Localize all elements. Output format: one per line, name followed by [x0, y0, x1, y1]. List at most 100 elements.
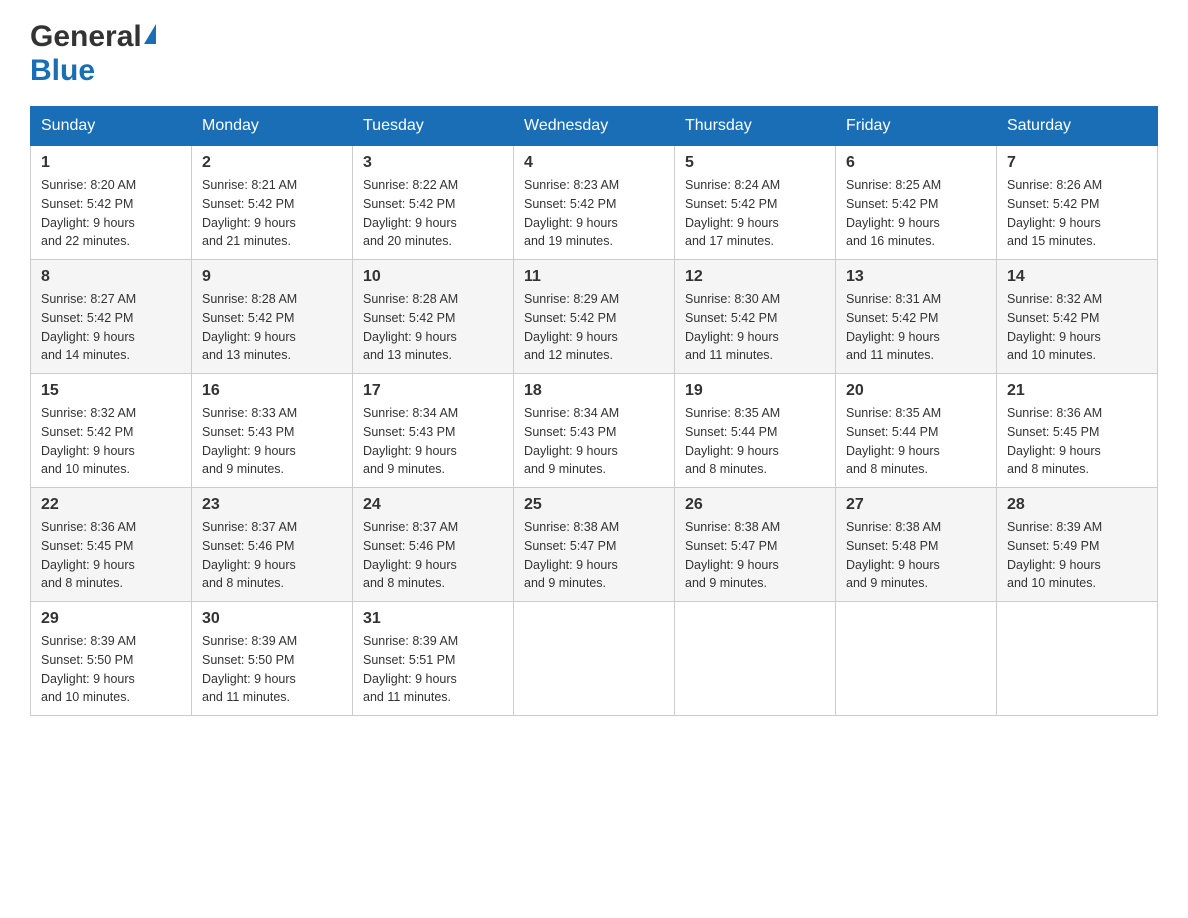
day-number: 14 — [1007, 268, 1147, 286]
day-number: 18 — [524, 382, 664, 400]
day-number: 3 — [363, 154, 503, 172]
page-header: General Blue — [30, 20, 1158, 88]
day-number: 23 — [202, 496, 342, 514]
day-info: Sunrise: 8:36 AMSunset: 5:45 PMDaylight:… — [1007, 404, 1147, 479]
calendar-cell: 29 Sunrise: 8:39 AMSunset: 5:50 PMDayligh… — [31, 602, 192, 716]
day-info: Sunrise: 8:25 AMSunset: 5:42 PMDaylight:… — [846, 176, 986, 251]
calendar-cell: 23 Sunrise: 8:37 AMSunset: 5:46 PMDayligh… — [192, 488, 353, 602]
day-info: Sunrise: 8:27 AMSunset: 5:42 PMDaylight:… — [41, 290, 181, 365]
day-number: 20 — [846, 382, 986, 400]
calendar-cell: 3 Sunrise: 8:22 AMSunset: 5:42 PMDaylight… — [353, 146, 514, 260]
day-header-friday: Friday — [836, 107, 997, 146]
day-info: Sunrise: 8:29 AMSunset: 5:42 PMDaylight:… — [524, 290, 664, 365]
calendar-cell: 19Sunrise: 8:35 AMSunset: 5:44 PMDayligh… — [675, 374, 836, 488]
calendar-cell: 2 Sunrise: 8:21 AMSunset: 5:42 PMDaylight… — [192, 146, 353, 260]
calendar-cell: 15Sunrise: 8:32 AMSunset: 5:42 PMDayligh… — [31, 374, 192, 488]
calendar-cell: 21 Sunrise: 8:36 AMSunset: 5:45 PMDayligh… — [997, 374, 1158, 488]
day-number: 29 — [41, 610, 181, 628]
day-info: Sunrise: 8:22 AMSunset: 5:42 PMDaylight:… — [363, 176, 503, 251]
day-info: Sunrise: 8:23 AMSunset: 5:42 PMDaylight:… — [524, 176, 664, 251]
day-header-thursday: Thursday — [675, 107, 836, 146]
calendar-cell — [675, 602, 836, 716]
day-info: Sunrise: 8:35 AMSunset: 5:44 PMDaylight:… — [846, 404, 986, 479]
day-number: 22 — [41, 496, 181, 514]
calendar-cell: 22Sunrise: 8:36 AMSunset: 5:45 PMDayligh… — [31, 488, 192, 602]
day-number: 6 — [846, 154, 986, 172]
calendar-table: SundayMondayTuesdayWednesdayThursdayFrid… — [30, 106, 1158, 716]
day-header-tuesday: Tuesday — [353, 107, 514, 146]
calendar-cell: 14 Sunrise: 8:32 AMSunset: 5:42 PMDayligh… — [997, 260, 1158, 374]
calendar-cell — [836, 602, 997, 716]
day-number: 10 — [363, 268, 503, 286]
day-number: 5 — [685, 154, 825, 172]
day-info: Sunrise: 8:35 AMSunset: 5:44 PMDaylight:… — [685, 404, 825, 479]
day-info: Sunrise: 8:32 AMSunset: 5:42 PMDaylight:… — [1007, 290, 1147, 365]
day-info: Sunrise: 8:37 AMSunset: 5:46 PMDaylight:… — [202, 518, 342, 593]
day-info: Sunrise: 8:39 AMSunset: 5:51 PMDaylight:… — [363, 632, 503, 707]
day-info: Sunrise: 8:21 AMSunset: 5:42 PMDaylight:… — [202, 176, 342, 251]
day-info: Sunrise: 8:30 AMSunset: 5:42 PMDaylight:… — [685, 290, 825, 365]
day-info: Sunrise: 8:39 AMSunset: 5:49 PMDaylight:… — [1007, 518, 1147, 593]
calendar-cell: 31 Sunrise: 8:39 AMSunset: 5:51 PMDayligh… — [353, 602, 514, 716]
day-info: Sunrise: 8:39 AMSunset: 5:50 PMDaylight:… — [202, 632, 342, 707]
calendar-cell: 13 Sunrise: 8:31 AMSunset: 5:42 PMDayligh… — [836, 260, 997, 374]
calendar-week-row: 22Sunrise: 8:36 AMSunset: 5:45 PMDayligh… — [31, 488, 1158, 602]
day-info: Sunrise: 8:24 AMSunset: 5:42 PMDaylight:… — [685, 176, 825, 251]
day-info: Sunrise: 8:20 AMSunset: 5:42 PMDaylight:… — [41, 176, 181, 251]
day-number: 24 — [363, 496, 503, 514]
day-info: Sunrise: 8:31 AMSunset: 5:42 PMDaylight:… — [846, 290, 986, 365]
calendar-cell: 27Sunrise: 8:38 AMSunset: 5:48 PMDayligh… — [836, 488, 997, 602]
day-number: 7 — [1007, 154, 1147, 172]
day-number: 17 — [363, 382, 503, 400]
calendar-cell: 24 Sunrise: 8:37 AMSunset: 5:46 PMDayligh… — [353, 488, 514, 602]
day-number: 4 — [524, 154, 664, 172]
calendar-cell: 20 Sunrise: 8:35 AMSunset: 5:44 PMDayligh… — [836, 374, 997, 488]
day-number: 21 — [1007, 382, 1147, 400]
calendar-cell: 11 Sunrise: 8:29 AMSunset: 5:42 PMDayligh… — [514, 260, 675, 374]
calendar-cell: 25Sunrise: 8:38 AMSunset: 5:47 PMDayligh… — [514, 488, 675, 602]
day-number: 1 — [41, 154, 181, 172]
day-number: 26 — [685, 496, 825, 514]
calendar-cell: 7 Sunrise: 8:26 AMSunset: 5:42 PMDaylight… — [997, 146, 1158, 260]
day-info: Sunrise: 8:38 AMSunset: 5:47 PMDaylight:… — [685, 518, 825, 593]
day-info: Sunrise: 8:34 AMSunset: 5:43 PMDaylight:… — [363, 404, 503, 479]
day-number: 9 — [202, 268, 342, 286]
day-info: Sunrise: 8:37 AMSunset: 5:46 PMDaylight:… — [363, 518, 503, 593]
day-number: 8 — [41, 268, 181, 286]
calendar-week-row: 15Sunrise: 8:32 AMSunset: 5:42 PMDayligh… — [31, 374, 1158, 488]
day-header-wednesday: Wednesday — [514, 107, 675, 146]
day-header-sunday: Sunday — [31, 107, 192, 146]
logo: General Blue — [30, 20, 156, 88]
day-number: 11 — [524, 268, 664, 286]
day-info: Sunrise: 8:34 AMSunset: 5:43 PMDaylight:… — [524, 404, 664, 479]
day-number: 27 — [846, 496, 986, 514]
day-header-saturday: Saturday — [997, 107, 1158, 146]
day-number: 31 — [363, 610, 503, 628]
day-info: Sunrise: 8:28 AMSunset: 5:42 PMDaylight:… — [363, 290, 503, 365]
calendar-header-row: SundayMondayTuesdayWednesdayThursdayFrid… — [31, 107, 1158, 146]
calendar-cell: 18 Sunrise: 8:34 AMSunset: 5:43 PMDayligh… — [514, 374, 675, 488]
day-info: Sunrise: 8:38 AMSunset: 5:47 PMDaylight:… — [524, 518, 664, 593]
day-number: 28 — [1007, 496, 1147, 514]
day-number: 30 — [202, 610, 342, 628]
day-info: Sunrise: 8:26 AMSunset: 5:42 PMDaylight:… — [1007, 176, 1147, 251]
day-info: Sunrise: 8:33 AMSunset: 5:43 PMDaylight:… — [202, 404, 342, 479]
calendar-cell: 28 Sunrise: 8:39 AMSunset: 5:49 PMDayligh… — [997, 488, 1158, 602]
calendar-cell: 9Sunrise: 8:28 AMSunset: 5:42 PMDaylight… — [192, 260, 353, 374]
calendar-cell: 10 Sunrise: 8:28 AMSunset: 5:42 PMDayligh… — [353, 260, 514, 374]
calendar-cell: 8 Sunrise: 8:27 AMSunset: 5:42 PMDaylight… — [31, 260, 192, 374]
day-header-monday: Monday — [192, 107, 353, 146]
calendar-week-row: 29 Sunrise: 8:39 AMSunset: 5:50 PMDayligh… — [31, 602, 1158, 716]
calendar-cell: 12Sunrise: 8:30 AMSunset: 5:42 PMDayligh… — [675, 260, 836, 374]
calendar-cell: 26 Sunrise: 8:38 AMSunset: 5:47 PMDayligh… — [675, 488, 836, 602]
logo-blue: Blue — [30, 54, 95, 87]
day-info: Sunrise: 8:32 AMSunset: 5:42 PMDaylight:… — [41, 404, 181, 479]
calendar-cell: 1 Sunrise: 8:20 AMSunset: 5:42 PMDaylight… — [31, 146, 192, 260]
calendar-cell: 5 Sunrise: 8:24 AMSunset: 5:42 PMDaylight… — [675, 146, 836, 260]
day-number: 13 — [846, 268, 986, 286]
calendar-week-row: 1 Sunrise: 8:20 AMSunset: 5:42 PMDaylight… — [31, 146, 1158, 260]
calendar-cell: 16 Sunrise: 8:33 AMSunset: 5:43 PMDayligh… — [192, 374, 353, 488]
day-info: Sunrise: 8:39 AMSunset: 5:50 PMDaylight:… — [41, 632, 181, 707]
day-number: 16 — [202, 382, 342, 400]
day-number: 2 — [202, 154, 342, 172]
